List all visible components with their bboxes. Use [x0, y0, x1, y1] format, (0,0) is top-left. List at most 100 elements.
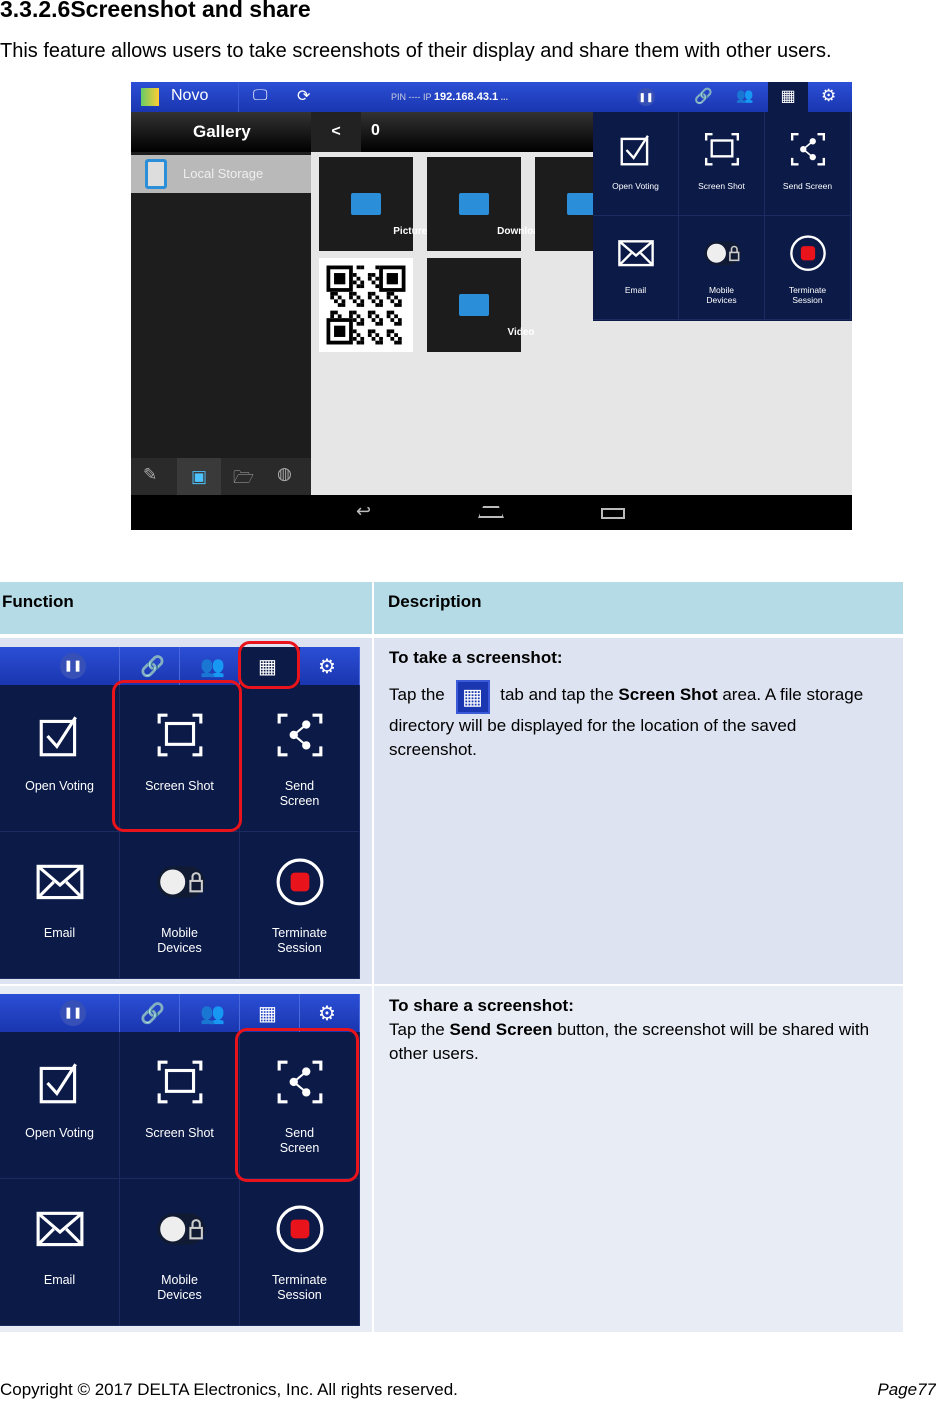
stop-icon — [789, 235, 826, 271]
menu-item-open-voting[interactable]: Open Voting — [0, 1032, 120, 1179]
more-icon[interactable]: ... — [501, 92, 509, 102]
menu-item-screen-shot[interactable]: Screen Shot — [120, 1032, 240, 1179]
folder-icon — [351, 193, 381, 215]
apps-menu: Open Voting Screen Shot Send Screen Email Mo… — [593, 112, 852, 321]
globe-icon[interactable]: ◍ — [277, 464, 292, 484]
link-icon[interactable]: 🔗 — [140, 1001, 165, 1026]
gallery-title: Gallery — [193, 122, 251, 141]
pencil-icon[interactable]: ✎ — [143, 465, 157, 485]
menu-item-screen-shot[interactable]: Screen Shot — [679, 112, 765, 216]
app-title: Novo — [171, 87, 209, 104]
desc-bold: Screen Shot — [618, 685, 718, 704]
menu-item-label: Terminate Session — [272, 926, 327, 956]
link-icon[interactable]: 🔗 — [140, 654, 165, 679]
menu-item-send-screen[interactable]: Send Screen — [765, 112, 851, 216]
local-storage-item[interactable]: Local Storage — [131, 155, 311, 193]
menu-panel-share: ❚❚ 🔗 👥 ▦ ⚙ Open Voting Screen Shot Send Screen E… — [0, 994, 360, 1326]
menu-item-email[interactable]: Email — [0, 1179, 120, 1326]
folder-tile[interactable]: Download — [427, 157, 545, 251]
toggle-lock-icon — [704, 241, 741, 265]
ip-value: 192.168.43.1 — [433, 91, 499, 103]
email-icon — [36, 865, 83, 900]
folder-icon — [459, 193, 489, 215]
desc-text: tab and tap the — [500, 685, 614, 704]
back-nav-icon[interactable]: ↩ — [356, 501, 371, 522]
gallery-icon[interactable]: ▣ — [177, 458, 221, 495]
apps-grid-icon: ▦ — [455, 680, 490, 714]
menu-item-open-voting[interactable]: Open Voting — [0, 685, 120, 832]
menu-item-mobile-devices[interactable]: Mobile Devices — [120, 832, 240, 979]
apps-tab[interactable]: ▦ — [768, 82, 808, 112]
menu-item-mobile-devices[interactable]: Mobile Devices — [679, 216, 765, 320]
description-cell: To take a screenshot: Tap the ▦ tab and … — [374, 638, 903, 984]
row-title: To take a screenshot: — [389, 648, 563, 667]
users-icon[interactable]: 👥 — [736, 87, 753, 104]
apps-tab[interactable]: ▦ — [258, 1001, 277, 1026]
checkbox-icon — [620, 134, 649, 166]
menu-item-label: Mobile Devices — [157, 1273, 202, 1303]
share-icon — [277, 714, 322, 757]
menu-item-email[interactable]: Email — [0, 832, 120, 979]
toggle-lock-icon — [156, 1213, 205, 1246]
desc-text: Tap the — [389, 1020, 445, 1039]
desc-text: Tap the — [389, 685, 445, 704]
checkbox-icon — [39, 716, 77, 757]
menu-item-terminate-session[interactable]: Terminate Session — [240, 832, 360, 979]
menu-item-terminate-session[interactable]: Terminate Session — [240, 1179, 360, 1326]
users-icon[interactable]: 👥 — [200, 654, 225, 679]
menu-item-open-voting[interactable]: Open Voting — [593, 112, 679, 216]
pause-icon[interactable]: ❚❚ — [60, 1000, 86, 1026]
pause-icon[interactable]: ❚❚ — [637, 88, 655, 106]
refresh-icon[interactable]: ⟳ — [297, 86, 310, 106]
menu-item-send-screen[interactable]: Send Screen — [240, 685, 360, 832]
intro-text: This feature allows users to take screen… — [0, 40, 832, 62]
folder-tile[interactable]: Pictures — [319, 157, 433, 251]
checkbox-icon — [39, 1063, 77, 1104]
ip-label: IP — [423, 92, 432, 102]
highlight-box — [238, 641, 300, 689]
highlight-box — [235, 1028, 359, 1182]
gallery-sidebar: Local Storage ✎ ▣ 🗁 ◍ — [131, 152, 311, 495]
gallery-header: Gallery < 0 — [131, 112, 593, 152]
row-title: To share a screenshot: — [389, 996, 574, 1015]
folder-label: Video — [507, 327, 535, 338]
header-function: Function — [0, 582, 372, 634]
menu-item-label: Mobile Devices — [706, 285, 737, 306]
users-icon[interactable]: 👥 — [200, 1001, 225, 1026]
novo-logo-icon — [141, 88, 159, 106]
menu-item-label: Email — [624, 285, 647, 296]
stop-icon — [276, 1205, 323, 1253]
pin-value: ---- — [408, 92, 421, 102]
display-icon[interactable]: 🖵 — [253, 87, 267, 104]
screenshot-icon — [157, 1061, 202, 1104]
link-icon[interactable]: 🔗 — [694, 87, 713, 105]
qr-code-image[interactable] — [319, 258, 413, 352]
folder-tile[interactable]: Video — [427, 258, 535, 352]
settings-icon[interactable]: ⚙ — [318, 654, 336, 679]
menu-item-mobile-devices[interactable]: Mobile Devices — [120, 1179, 240, 1326]
back-button[interactable]: < — [311, 112, 361, 152]
desc-bold: Send Screen — [449, 1020, 553, 1039]
home-nav-icon[interactable] — [478, 506, 504, 518]
recents-nav-icon[interactable] — [601, 508, 625, 519]
email-icon — [36, 1212, 83, 1247]
menu-item-label: Mobile Devices — [157, 926, 202, 956]
top-bar: Novo 🖵 ⟳ PIN ---- IP 192.168.43.1 ... ❚❚… — [131, 82, 852, 112]
description-cell: To share a screenshot: Tap the Send Scre… — [374, 986, 903, 1332]
menu-item-label: Screen Shot — [145, 1126, 214, 1141]
menu-item-label: Screen Shot — [698, 181, 745, 192]
menu-item-label: Terminate Session — [788, 285, 827, 306]
highlight-box — [112, 680, 242, 832]
menu-item-terminate-session[interactable]: Terminate Session — [765, 216, 851, 320]
menu-item-label: Send Screen — [782, 181, 833, 192]
settings-icon[interactable]: ⚙ — [318, 1001, 336, 1026]
menu-item-email[interactable]: Email — [593, 216, 679, 320]
folder-icon[interactable]: 🗁 — [233, 465, 254, 494]
menu-item-label: Send Screen — [279, 779, 320, 809]
pause-icon[interactable]: ❚❚ — [60, 653, 86, 679]
app-screenshot: Novo 🖵 ⟳ PIN ---- IP 192.168.43.1 ... ❚❚… — [131, 82, 852, 530]
toggle-lock-icon — [156, 866, 205, 899]
header-description: Description — [374, 582, 903, 634]
settings-icon[interactable]: ⚙ — [821, 86, 836, 106]
screenshot-icon — [704, 132, 739, 166]
